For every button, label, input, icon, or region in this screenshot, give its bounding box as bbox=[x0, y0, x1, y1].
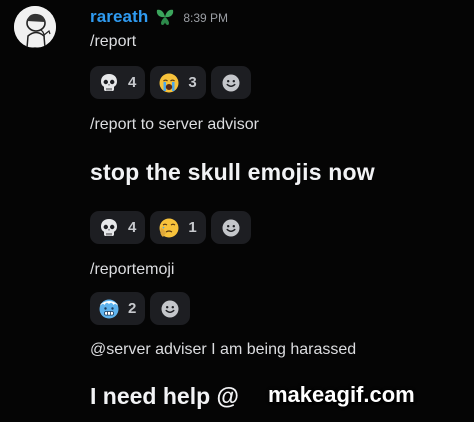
message-text: @server adviser I am being harassed bbox=[90, 341, 357, 358]
username[interactable]: rareath bbox=[90, 7, 148, 27]
reaction-count: 3 bbox=[188, 74, 197, 91]
reaction-holding-back-tears[interactable]: 1 bbox=[150, 211, 206, 244]
watermark: makeagif.com bbox=[268, 382, 415, 407]
reaction-bar: 4 1 bbox=[90, 211, 251, 244]
reaction-count: 2 bbox=[128, 300, 137, 317]
reaction-cold-face[interactable]: 2 bbox=[90, 292, 146, 325]
green-leaf-role-icon[interactable] bbox=[155, 8, 175, 26]
loudly-crying-face-icon bbox=[159, 73, 179, 92]
message-header: rareath 8:39 PM bbox=[90, 6, 228, 28]
reaction-count: 1 bbox=[188, 219, 197, 236]
message-text: /report bbox=[90, 33, 137, 50]
add-reaction-button[interactable] bbox=[210, 66, 251, 99]
add-reaction-icon bbox=[222, 219, 240, 236]
add-reaction-button[interactable] bbox=[150, 292, 191, 325]
skull-icon bbox=[101, 218, 117, 236]
message-text: /report to server advisor bbox=[90, 116, 259, 133]
message-text: stop the skull emojis now bbox=[90, 159, 375, 185]
message-text: I need help @ bbox=[90, 383, 239, 409]
reaction-skull[interactable]: 4 bbox=[90, 211, 146, 244]
message-timestamp: 8:39 PM bbox=[183, 11, 229, 25]
skull-icon bbox=[101, 73, 117, 91]
face-holding-back-tears-icon bbox=[159, 218, 179, 237]
chat-view: rareath 8:39 PM /report 4 3 /report to s… bbox=[0, 0, 474, 422]
cold-face-icon bbox=[99, 299, 119, 318]
add-reaction-icon bbox=[161, 300, 179, 317]
message-text: /reportemoji bbox=[90, 261, 175, 278]
reaction-crying-face[interactable]: 3 bbox=[150, 66, 206, 99]
sketch-avatar-icon bbox=[14, 6, 56, 48]
reaction-skull[interactable]: 4 bbox=[90, 66, 146, 99]
reaction-bar: 2 bbox=[90, 292, 191, 325]
reaction-bar: 4 3 bbox=[90, 66, 251, 99]
avatar[interactable] bbox=[14, 6, 56, 48]
add-reaction-icon bbox=[222, 74, 240, 91]
reaction-count: 4 bbox=[128, 74, 137, 91]
reaction-count: 4 bbox=[128, 219, 137, 236]
add-reaction-button[interactable] bbox=[210, 211, 251, 244]
